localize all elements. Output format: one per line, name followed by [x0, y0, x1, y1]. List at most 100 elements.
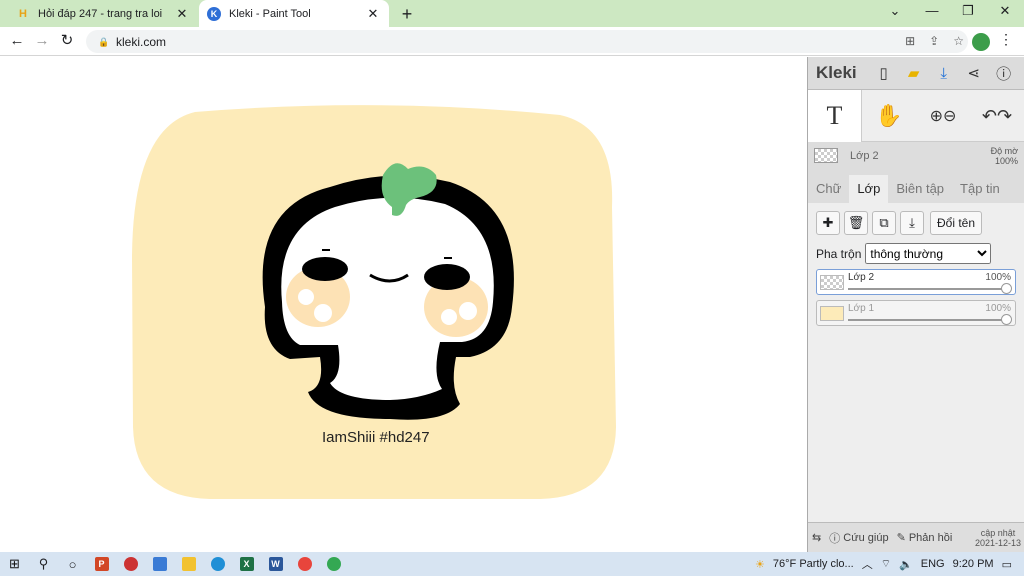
file-explorer-icon[interactable]: [174, 552, 203, 576]
help-label: Cứu giúp: [843, 531, 889, 544]
maximize-button[interactable]: ❐: [958, 3, 978, 19]
layer-item-2[interactable]: Lớp 2 100%: [816, 269, 1016, 295]
close-tab-icon[interactable]: ✕: [174, 6, 190, 22]
record-app-icon[interactable]: [116, 552, 145, 576]
layer-thumbnail: [820, 306, 844, 321]
tray-overflow-icon[interactable]: ︿: [862, 556, 873, 572]
address-bar[interactable]: 🔒 kleki.com ⊞ ⇪ ☆: [86, 30, 968, 53]
windows-start-icon[interactable]: ⊞: [0, 552, 29, 576]
hoidap-favicon-icon: H: [19, 7, 27, 20]
back-icon[interactable]: ←: [8, 32, 26, 50]
powerpoint-icon[interactable]: P: [87, 552, 116, 576]
tab-file[interactable]: Tập tin: [952, 175, 1008, 203]
zoom-tool-button[interactable]: ⊕⊖: [916, 90, 970, 142]
feedback-icon: ✎: [896, 532, 909, 544]
forward-icon[interactable]: →: [33, 32, 51, 50]
update-date: 2021-12-13: [974, 537, 1021, 548]
panel-top-bar: Kleki ▯ ▰ ⤓ ⋖ ⓘ: [808, 57, 1024, 90]
opacity-label: Độ mờ: [990, 145, 1018, 156]
weather-text[interactable]: 76°F Partly clo...: [773, 558, 854, 570]
layer-name: Lớp 2: [848, 272, 875, 283]
tab-kleki[interactable]: K Kleki - Paint Tool ✕: [199, 0, 389, 27]
reload-icon[interactable]: ↻: [58, 32, 76, 50]
chrome-active-icon[interactable]: [319, 552, 348, 576]
tab-title: Hỏi đáp 247 - trang tra loi: [38, 7, 163, 20]
kleki-favicon-icon: K: [207, 6, 221, 21]
help-circle-icon: ⓘ: [829, 532, 844, 545]
artwork: [132, 105, 616, 499]
active-layer-name: Lớp 2: [850, 149, 879, 162]
layer-opacity-slider[interactable]: [848, 288, 1005, 290]
word-icon[interactable]: W: [261, 552, 290, 576]
new-image-icon[interactable]: ▯: [873, 62, 895, 84]
layers-panel: ✚ 🗑 ⧉ ⤓ Đổi tên Pha trộn thông thường Lớ…: [808, 203, 1024, 554]
opacity-value: 100%: [994, 155, 1018, 166]
kleki-side-panel: Kleki ▯ ▰ ⤓ ⋖ ⓘ T ✋ ⊕⊖ ↶↷ Lớp 2 Độ mờ 10…: [807, 57, 1024, 554]
open-folder-icon[interactable]: ▰: [903, 62, 925, 84]
excel-icon[interactable]: X: [232, 552, 261, 576]
profile-avatar[interactable]: [972, 33, 990, 51]
duplicate-layer-button[interactable]: ⧉: [872, 211, 896, 235]
bookmark-star-icon[interactable]: ☆: [953, 34, 964, 48]
system-tray: ☀ 76°F Partly clo... ︿ ⌔ 🔈 ENG 9:20 PM ▭: [755, 552, 1024, 576]
delete-layer-button[interactable]: 🗑: [844, 211, 868, 235]
blend-label: Pha trộn: [816, 246, 862, 261]
language-indicator[interactable]: ENG: [921, 558, 945, 570]
swap-sides-icon[interactable]: ⇆: [808, 531, 825, 544]
rename-layer-button[interactable]: Đổi tên: [930, 211, 983, 235]
windows-taskbar: ⊞ ⚲ ○ P X W ☀ 76°F Partly clo... ︿ ⌔ 🔈 E…: [0, 552, 1024, 576]
weather-icon[interactable]: ☀: [755, 558, 765, 571]
tab-title: Kleki - Paint Tool: [229, 7, 311, 20]
blend-mode-select[interactable]: thông thường: [865, 243, 992, 264]
new-tab-button[interactable]: +: [397, 4, 417, 25]
add-layer-button[interactable]: ✚: [816, 211, 840, 235]
search-icon[interactable]: ⚲: [29, 552, 58, 576]
right-eye: [424, 264, 470, 290]
translate-icon[interactable]: ⊞: [905, 34, 915, 48]
share-icon[interactable]: ⋖: [963, 62, 985, 84]
browser-tab-strip: H Hỏi đáp 247 - trang tra loi ✕ K Kleki …: [0, 0, 1024, 27]
slider-knob[interactable]: [1001, 283, 1012, 294]
undo-redo-button[interactable]: ↶↷: [970, 90, 1024, 142]
lock-icon: 🔒: [98, 36, 110, 47]
help-icon[interactable]: ⓘ: [993, 62, 1015, 84]
tab-layers[interactable]: Lớp: [849, 175, 889, 203]
slider-knob[interactable]: [1001, 314, 1012, 325]
volume-icon[interactable]: 🔈: [899, 558, 913, 571]
kleki-logo: Kleki: [816, 63, 857, 82]
canvas-caption: IamShiii #hd247: [322, 429, 430, 446]
edge-icon[interactable]: [203, 552, 232, 576]
cortana-icon[interactable]: ○: [58, 552, 87, 576]
clock[interactable]: 9:20 PM: [953, 558, 994, 570]
update-info[interactable]: cập nhật 2021-12-13: [975, 528, 1024, 548]
chrome-icon[interactable]: [290, 552, 319, 576]
close-window-button[interactable]: ✕: [995, 3, 1015, 19]
text-tool-button[interactable]: T: [808, 90, 862, 142]
hand-tool-button[interactable]: ✋: [862, 90, 916, 142]
tab-edit[interactable]: Biên tập: [888, 175, 952, 203]
feedback-link[interactable]: ✎ Phản hồi: [893, 531, 957, 545]
layer-name: Lớp 1: [848, 303, 875, 314]
tab-hoidap247[interactable]: H Hỏi đáp 247 - trang tra loi ✕: [8, 0, 198, 27]
layer-opacity: 100%: [985, 303, 1011, 314]
layer-thumbnail: [820, 275, 844, 290]
browser-menu-icon[interactable]: ⋮: [999, 31, 1013, 48]
panel-tabs: Chữ Lớp Biên tập Tập tin: [808, 175, 1024, 203]
close-tab-icon[interactable]: ✕: [365, 6, 381, 22]
layer-opacity-slider[interactable]: [848, 319, 1005, 321]
drawing-canvas[interactable]: IamShiii #hd247: [0, 57, 807, 552]
tab-search-icon[interactable]: ⌄: [885, 3, 905, 19]
network-icon[interactable]: ⌔: [881, 557, 891, 571]
notifications-icon[interactable]: ▭: [1002, 558, 1012, 571]
tool-bar: T ✋ ⊕⊖ ↶↷: [808, 90, 1024, 142]
monitor-app-icon[interactable]: [145, 552, 174, 576]
left-eye: [302, 257, 348, 281]
help-link[interactable]: ⓘ Cứu giúp: [825, 530, 892, 546]
layer-item-1[interactable]: Lớp 1 100%: [816, 300, 1016, 326]
tab-text[interactable]: Chữ: [808, 175, 849, 203]
minimize-button[interactable]: —: [922, 3, 942, 18]
share-icon[interactable]: ⇪: [929, 34, 939, 48]
merge-layer-button[interactable]: ⤓: [900, 211, 924, 235]
panel-footer: ⇆ ⓘ Cứu giúp ✎ Phản hồi cập nhật 2021-12…: [808, 522, 1024, 552]
download-icon[interactable]: ⤓: [933, 62, 955, 84]
